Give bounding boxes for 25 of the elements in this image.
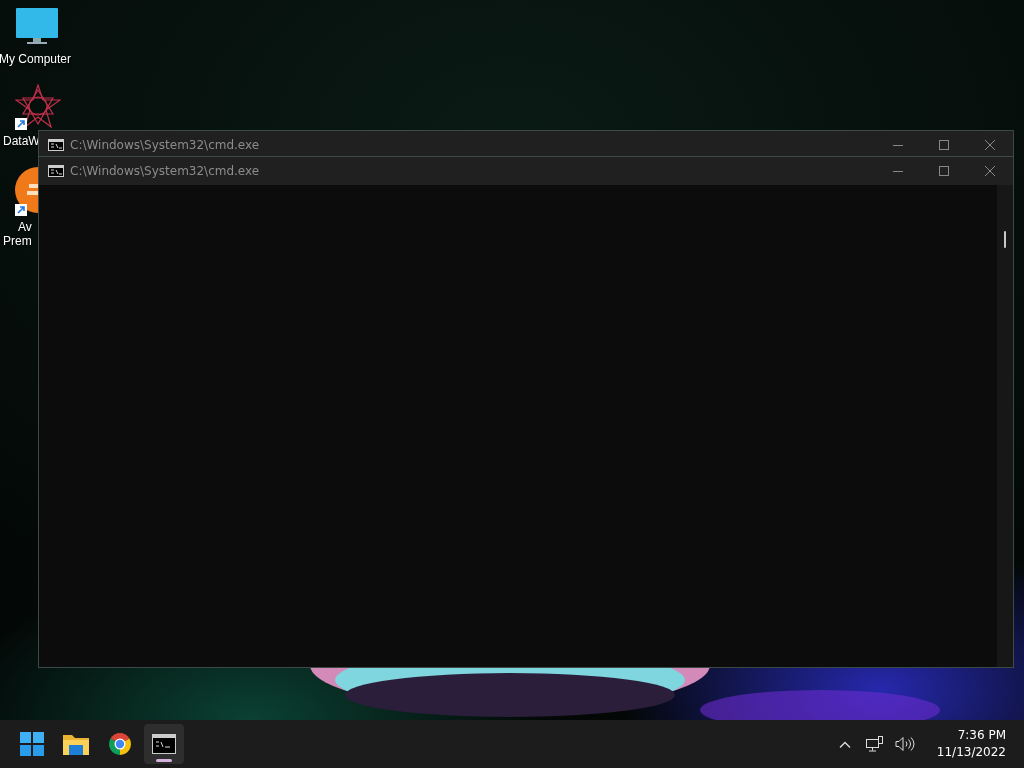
maximize-icon bbox=[939, 166, 949, 176]
chevron-up-icon[interactable] bbox=[838, 740, 851, 748]
console-icon bbox=[48, 139, 64, 151]
terminal-icon[interactable] bbox=[152, 734, 176, 754]
clock[interactable]: 7:36 PM 11/13/2022 bbox=[936, 727, 1006, 761]
close-icon bbox=[985, 140, 995, 150]
console-icon bbox=[48, 165, 64, 177]
window-title: C:\Windows\System32\cmd.exe bbox=[70, 138, 260, 152]
folder-icon[interactable] bbox=[63, 733, 89, 755]
icon-label: DataW bbox=[3, 134, 40, 148]
icon-label: My Computer bbox=[0, 52, 71, 66]
date-text: 11/13/2022 bbox=[936, 744, 1006, 761]
icon-label: Prem bbox=[3, 234, 32, 248]
network-icon[interactable] bbox=[865, 736, 884, 752]
time-text: 7:36 PM bbox=[957, 727, 1006, 744]
windows-logo-icon[interactable] bbox=[20, 732, 44, 756]
volume-icon[interactable] bbox=[894, 736, 915, 752]
star-icon bbox=[15, 84, 61, 128]
scrollbar[interactable] bbox=[997, 185, 1013, 667]
maximize-icon bbox=[939, 140, 949, 150]
window-title: C:\Windows\System32\cmd.exe bbox=[70, 164, 260, 178]
icon-label: Av bbox=[17, 220, 32, 234]
chrome-icon[interactable] bbox=[108, 732, 132, 756]
monitor-icon bbox=[15, 6, 59, 46]
close-icon bbox=[985, 166, 995, 176]
